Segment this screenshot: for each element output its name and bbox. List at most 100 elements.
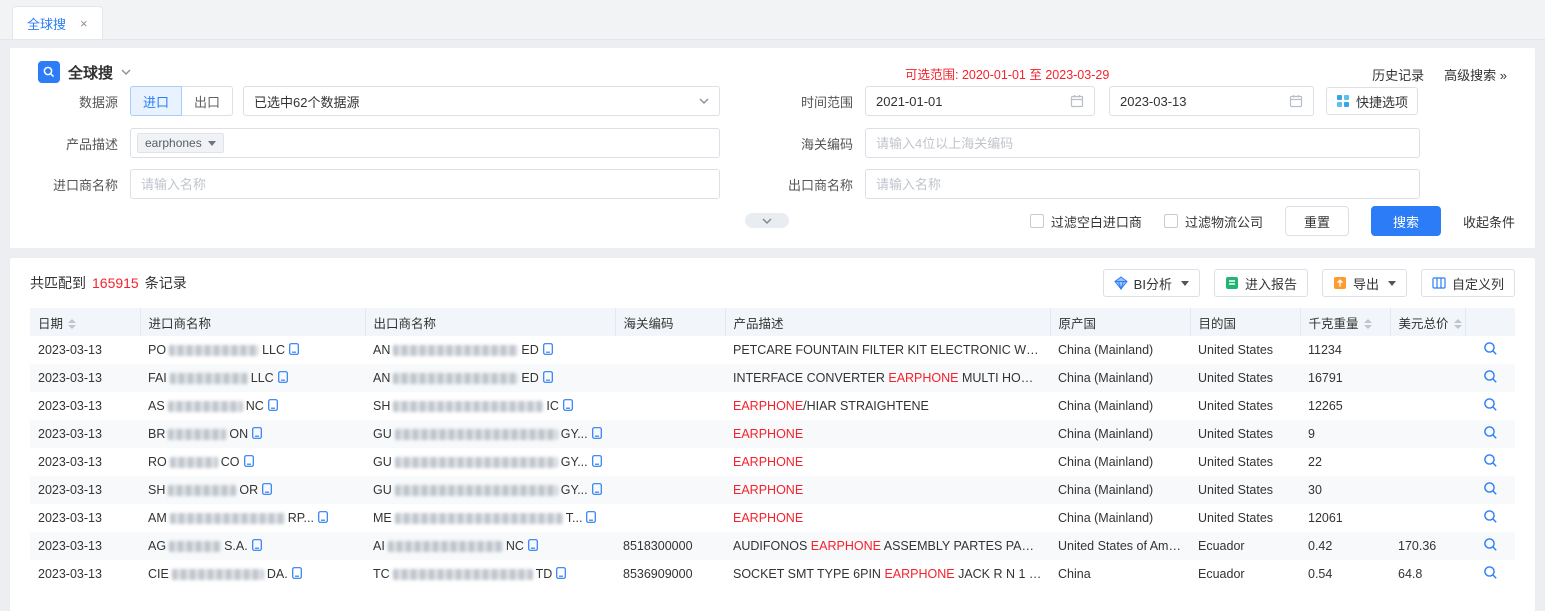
tab-global-search[interactable]: 全球搜 ×	[12, 6, 103, 39]
col-header-weight[interactable]: 千克重量	[1300, 308, 1390, 336]
origin-country-cell: China (Mainland)	[1050, 448, 1190, 476]
quick-options-button[interactable]: 快捷选项	[1326, 87, 1418, 115]
sort-icon[interactable]	[1454, 319, 1462, 329]
checkbox-icon[interactable]	[1164, 214, 1178, 228]
export-button[interactable]: 导出	[1322, 269, 1407, 297]
search-button[interactable]: 搜索	[1371, 206, 1441, 236]
weight-kg-cell: 0.54	[1300, 560, 1390, 588]
product-desc-cell: PETCARE FOUNTAIN FILTER KIT ELECTRONIC W…	[725, 336, 1050, 364]
company-contact-icon[interactable]	[244, 455, 254, 467]
actions-cell	[1465, 364, 1515, 392]
end-date-input[interactable]: 2023-03-13	[1109, 86, 1314, 116]
company-contact-icon[interactable]	[289, 343, 299, 355]
search-type-switcher[interactable]: 全球搜	[38, 61, 131, 83]
view-detail-search-icon[interactable]	[1483, 509, 1498, 524]
view-detail-search-icon[interactable]	[1483, 397, 1498, 412]
hs-code-input[interactable]	[865, 128, 1420, 158]
view-detail-search-icon[interactable]	[1483, 537, 1498, 552]
custom-columns-button[interactable]: 自定义列	[1421, 269, 1515, 297]
sort-icon[interactable]	[1364, 319, 1372, 329]
company-contact-icon[interactable]	[543, 343, 553, 355]
company-contact-icon[interactable]	[318, 511, 328, 523]
usd-total-cell	[1390, 448, 1465, 476]
origin-country-cell: United States of America	[1050, 532, 1190, 560]
filter-blank-importer-checkbox[interactable]: 过滤空白进口商	[1030, 212, 1142, 231]
calendar-icon	[1070, 94, 1084, 108]
start-date-input[interactable]: 2021-01-01	[865, 86, 1095, 116]
results-summary: 共匹配到 165915 条记录	[30, 273, 187, 293]
importer-cell: ASNC	[140, 392, 365, 420]
view-detail-search-icon[interactable]	[1483, 425, 1498, 440]
advanced-search-link[interactable]: 高级搜索 »	[1444, 65, 1507, 84]
company-contact-icon[interactable]	[528, 539, 538, 551]
weight-kg-cell: 16791	[1300, 364, 1390, 392]
datasource-row: 数据源 进口 出口 已选中62个数据源	[30, 86, 720, 116]
results-table-body: 2023-03-13 POLLC ANED PETCARE FOUNTAIN F…	[30, 336, 1515, 588]
exporter-name-input[interactable]	[865, 169, 1420, 199]
col-header-usd-total[interactable]: 美元总价	[1390, 308, 1465, 336]
actions-cell	[1465, 532, 1515, 560]
importer-cell: POLLC	[140, 336, 365, 364]
company-contact-icon[interactable]	[563, 399, 573, 411]
export-label: 导出	[1353, 274, 1379, 293]
blurred-name	[169, 541, 221, 552]
datasource-select[interactable]: 已选中62个数据源	[243, 86, 720, 116]
tab-close-icon[interactable]: ×	[80, 16, 88, 31]
weight-kg-cell: 12061	[1300, 504, 1390, 532]
product-desc-input[interactable]: earphones	[130, 128, 720, 158]
importer-cell: AMRP...	[140, 504, 365, 532]
hs-code-cell	[615, 476, 725, 504]
company-contact-icon[interactable]	[252, 539, 262, 551]
company-contact-icon[interactable]	[292, 567, 302, 579]
col-header-date[interactable]: 日期	[30, 308, 140, 336]
view-detail-search-icon[interactable]	[1483, 565, 1498, 580]
blurred-name	[393, 373, 518, 384]
company-contact-icon[interactable]	[592, 455, 602, 467]
company-contact-icon[interactable]	[586, 511, 596, 523]
company-contact-icon[interactable]	[592, 427, 602, 439]
company-contact-icon[interactable]	[556, 567, 566, 579]
destination-country-cell: United States	[1190, 476, 1300, 504]
product-desc-cell: EARPHONE	[725, 476, 1050, 504]
company-contact-icon[interactable]	[278, 371, 288, 383]
chevron-down-icon[interactable]	[121, 69, 131, 75]
col-header-destination: 目的国	[1190, 308, 1300, 336]
exporter-name-row: 出口商名称	[770, 169, 1420, 199]
view-detail-search-icon[interactable]	[1483, 341, 1498, 356]
company-contact-icon[interactable]	[262, 483, 272, 495]
calendar-icon	[1289, 94, 1303, 108]
company-contact-icon[interactable]	[252, 427, 262, 439]
double-arrow-icon: »	[1500, 68, 1507, 83]
checkbox-icon[interactable]	[1030, 214, 1044, 228]
history-link[interactable]: 历史记录	[1372, 65, 1424, 84]
hs-code-cell: 8518300000	[615, 532, 725, 560]
view-detail-search-icon[interactable]	[1483, 453, 1498, 468]
company-contact-icon[interactable]	[592, 483, 602, 495]
view-detail-search-icon[interactable]	[1483, 369, 1498, 384]
export-toggle-button[interactable]: 出口	[182, 86, 233, 116]
results-toolbar: BI分析 进入报告 导出 自定义列	[1103, 269, 1515, 297]
company-contact-icon[interactable]	[268, 399, 278, 411]
bi-analysis-button[interactable]: BI分析	[1103, 269, 1200, 297]
view-detail-search-icon[interactable]	[1483, 481, 1498, 496]
exporter-cell: GUGY...	[365, 476, 615, 504]
blurred-name	[395, 457, 558, 468]
importer-name-input[interactable]	[130, 169, 720, 199]
enter-report-button[interactable]: 进入报告	[1214, 269, 1308, 297]
search-panel: 全球搜 可选范围: 2020-01-01 至 2023-03-29 历史记录 高…	[10, 48, 1535, 248]
filter-blank-importer-label: 过滤空白进口商	[1051, 212, 1142, 231]
blurred-name	[393, 569, 533, 580]
product-tag[interactable]: earphones	[137, 133, 224, 153]
datasource-label: 数据源	[30, 92, 130, 111]
reset-button[interactable]: 重置	[1285, 206, 1349, 236]
sort-icon[interactable]	[68, 319, 76, 329]
import-toggle-button[interactable]: 进口	[130, 86, 182, 116]
filter-logistics-checkbox[interactable]: 过滤物流公司	[1164, 212, 1263, 231]
actions-cell	[1465, 560, 1515, 588]
collapse-conditions-link[interactable]: 收起条件	[1463, 212, 1515, 231]
product-desc-cell: AUDIFONOS EARPHONE ASSEMBLY PARTES PARA …	[725, 532, 1050, 560]
company-contact-icon[interactable]	[543, 371, 553, 383]
table-row: 2023-03-13 BRON GUGY... EARPHONE China (…	[30, 420, 1515, 448]
blurred-name	[168, 401, 243, 412]
exporter-cell: TCTD	[365, 560, 615, 588]
